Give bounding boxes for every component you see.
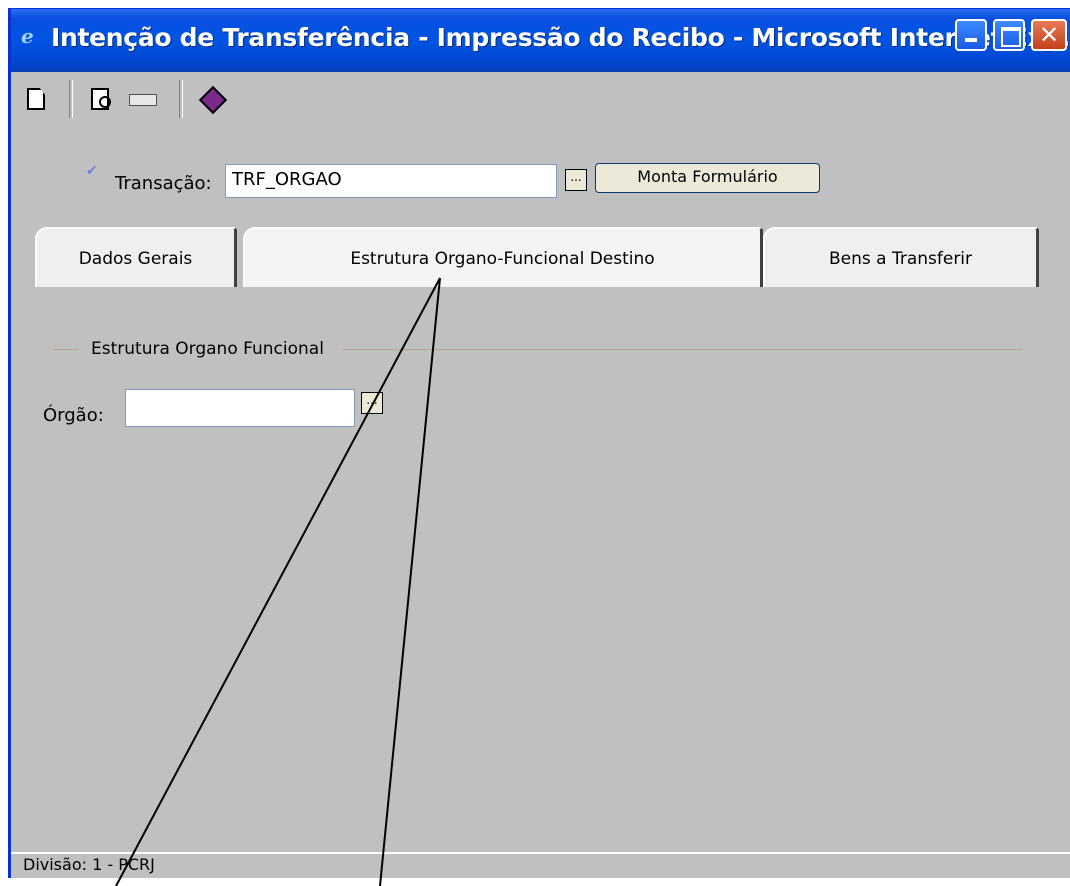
orgao-label: Órgão: bbox=[43, 405, 104, 426]
status-bar: Divisão: 1 - PCRJ bbox=[11, 852, 1070, 878]
status-text: Divisão: 1 - PCRJ bbox=[23, 855, 155, 874]
close-icon: ✕ bbox=[1038, 21, 1060, 49]
card-icon[interactable] bbox=[129, 84, 157, 114]
minimize-button[interactable] bbox=[955, 19, 987, 51]
minimize-icon bbox=[957, 21, 985, 49]
transacao-label: Transação: bbox=[115, 173, 212, 194]
monta-formulario-button[interactable]: Monta Formulário bbox=[595, 163, 820, 193]
internet-explorer-icon: e bbox=[21, 24, 34, 48]
tab-bens-a-transferir[interactable]: Bens a Transferir bbox=[763, 227, 1039, 287]
group-title: Estrutura Organo Funcional bbox=[87, 339, 328, 359]
help-book-icon[interactable] bbox=[199, 84, 225, 114]
group-divider bbox=[343, 349, 1023, 350]
orgao-lookup-button[interactable]: ... bbox=[361, 392, 383, 414]
transacao-lookup-button[interactable]: ... bbox=[565, 169, 587, 191]
close-button[interactable]: ✕ bbox=[1031, 19, 1067, 51]
title-bar[interactable]: e Intenção de Transferência - Impressão … bbox=[11, 9, 1070, 72]
required-check-icon: ✔ bbox=[86, 163, 98, 179]
print-preview-icon[interactable] bbox=[89, 84, 115, 114]
new-document-icon[interactable] bbox=[23, 84, 49, 114]
tab-estrutura-organo-funcional-destino[interactable]: Estrutura Organo-Funcional Destino bbox=[243, 227, 763, 287]
window-title: Intenção de Transferência - Impressão do… bbox=[51, 23, 1070, 52]
browser-window: e Intenção de Transferência - Impressão … bbox=[8, 8, 1070, 878]
transacao-input[interactable]: TRF_ORGAO bbox=[225, 164, 557, 198]
maximize-icon bbox=[995, 21, 1023, 49]
tab-dados-gerais[interactable]: Dados Gerais bbox=[35, 227, 237, 287]
maximize-button[interactable] bbox=[993, 19, 1025, 51]
toolbar-separator bbox=[69, 80, 73, 118]
orgao-input[interactable] bbox=[125, 389, 355, 427]
group-divider bbox=[53, 349, 79, 350]
toolbar bbox=[11, 72, 1070, 128]
toolbar-separator bbox=[179, 80, 183, 118]
